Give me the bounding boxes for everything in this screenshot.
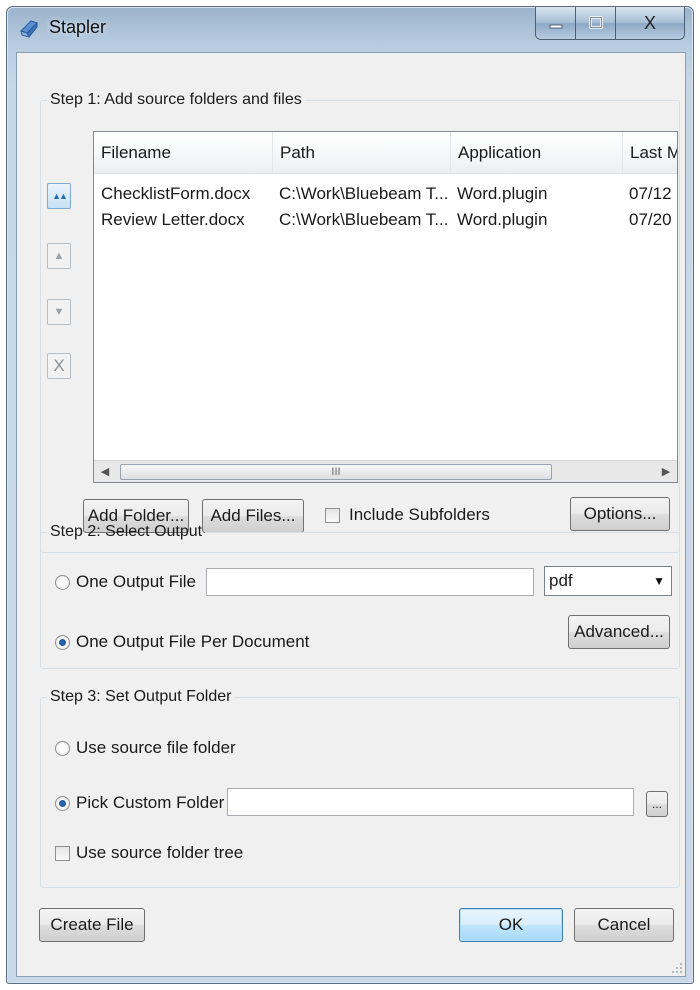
scroll-left-arrow-icon[interactable]: ◀ — [96, 463, 114, 481]
use-source-folder-radio[interactable] — [55, 741, 70, 756]
use-source-folder-label: Use source file folder — [76, 738, 236, 757]
cell-filename: ChecklistForm.docx — [101, 184, 251, 203]
one-output-file-label: One Output File — [76, 572, 197, 591]
step2-legend: Step 2: Select Output — [50, 523, 203, 540]
cell-last-modified: 07/20 — [629, 210, 672, 229]
scroll-right-arrow-icon[interactable]: ▶ — [657, 463, 675, 481]
maximize-icon — [588, 16, 603, 29]
step1-legend: Step 1: Add source folders and files — [50, 91, 302, 108]
close-icon: X — [643, 12, 656, 33]
maximize-button[interactable] — [576, 7, 616, 39]
arrow-down-icon: ▼ — [53, 306, 65, 318]
include-subfolders-label: Include Subfolders — [349, 505, 490, 524]
cell-path: C:\Work\Bluebeam T... — [279, 184, 449, 203]
minimize-icon — [549, 24, 562, 29]
pick-custom-folder-radio[interactable] — [55, 796, 70, 811]
window-title: Stapler — [49, 17, 107, 37]
column-header-last-modified[interactable]: Last M — [622, 132, 677, 174]
cell-path: C:\Work\Bluebeam T... — [279, 210, 449, 229]
step3-legend: Step 3: Set Output Folder — [50, 688, 232, 705]
cell-filename: Review Letter.docx — [101, 210, 245, 229]
source-files-list[interactable]: Filename Path Application Last M Checkli… — [93, 131, 678, 483]
output-file-input[interactable] — [206, 568, 534, 596]
minimize-button[interactable] — [536, 7, 576, 39]
move-to-top-icon: ▲▲ — [52, 191, 68, 201]
chevron-down-icon: ▼ — [653, 574, 665, 588]
list-item[interactable]: Review Letter.docx C:\Work\Bluebeam T...… — [94, 208, 677, 232]
column-header-application[interactable]: Application — [450, 132, 622, 174]
window-controls: X — [535, 7, 685, 40]
advanced-button[interactable]: Advanced... — [568, 615, 670, 649]
scroll-grip: III — [331, 466, 341, 478]
move-to-top-button[interactable]: ▲▲ — [47, 183, 71, 209]
browse-folder-button[interactable]: ... — [646, 791, 668, 817]
title-bar[interactable]: Stapler X — [7, 7, 693, 53]
output-format-value: pdf — [549, 571, 573, 590]
custom-folder-input[interactable] — [227, 788, 634, 816]
include-subfolders-checkbox[interactable] — [325, 508, 340, 523]
scroll-thumb[interactable]: III — [120, 464, 552, 480]
column-header-path[interactable]: Path — [272, 132, 450, 174]
use-source-tree-label: Use source folder tree — [76, 843, 244, 862]
close-button[interactable]: X — [616, 7, 684, 39]
one-per-document-label: One Output File Per Document — [76, 632, 310, 651]
use-source-tree-checkbox[interactable] — [55, 846, 70, 861]
dialog-client-area: Step 1: Add source folders and files ▲▲ … — [16, 52, 686, 977]
pick-custom-folder-label: Pick Custom Folder — [76, 793, 225, 812]
output-format-select[interactable]: pdf ▼ — [544, 566, 672, 596]
arrow-up-icon: ▲ — [53, 250, 65, 262]
horizontal-scrollbar[interactable]: ◀ III ▶ — [94, 460, 677, 482]
stapler-window: Stapler X Step 1: Add source folders and… — [6, 6, 694, 984]
remove-button[interactable]: X — [47, 353, 71, 379]
list-header: Filename Path Application Last M — [94, 132, 677, 174]
move-up-button[interactable]: ▲ — [47, 243, 71, 269]
one-output-file-radio[interactable] — [55, 575, 70, 590]
cell-application: Word.plugin — [457, 184, 548, 203]
move-down-button[interactable]: ▼ — [47, 299, 71, 325]
stapler-app-icon — [20, 20, 38, 38]
column-header-filename[interactable]: Filename — [94, 132, 272, 174]
cell-last-modified: 07/12 — [629, 184, 672, 203]
cancel-button[interactable]: Cancel — [574, 908, 674, 942]
resize-grip-icon[interactable] — [671, 962, 683, 974]
cell-application: Word.plugin — [457, 210, 548, 229]
list-item[interactable]: ChecklistForm.docx C:\Work\Bluebeam T...… — [94, 182, 677, 206]
one-per-document-radio[interactable] — [55, 635, 70, 650]
remove-icon: X — [53, 356, 65, 375]
ok-button[interactable]: OK — [459, 908, 563, 942]
create-file-button[interactable]: Create File — [39, 908, 145, 942]
